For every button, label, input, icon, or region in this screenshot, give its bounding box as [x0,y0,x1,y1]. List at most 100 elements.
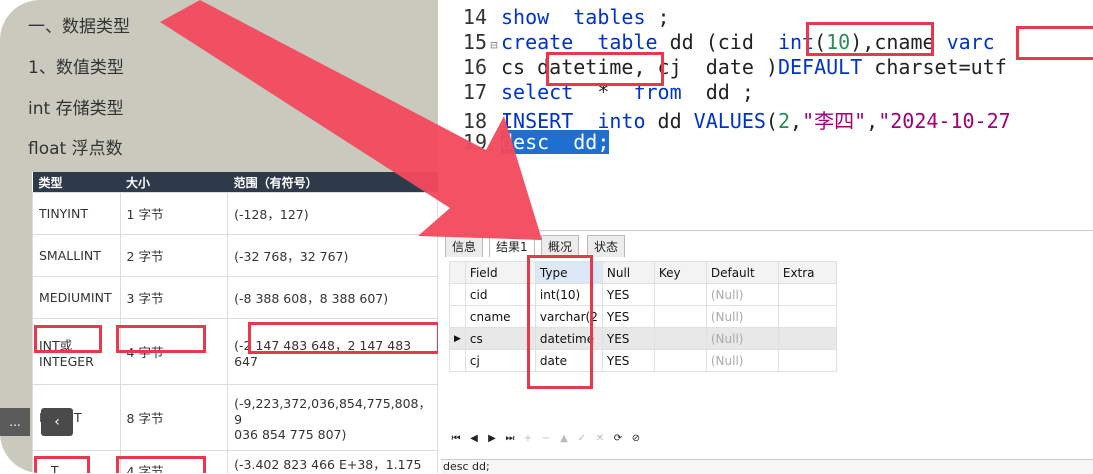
sql-editor[interactable]: 14 show tables ; 15 ⊟ create table dd (cid i… [441,0,1093,230]
table-header-type: 类型 [32,172,121,193]
types-table-row: BIGINT8 字节(-9,223,372,036,854,775,808，9 … [32,384,438,451]
types-table-cell-range: (-128，127) [227,192,438,235]
first-icon[interactable]: ⏮ [449,432,463,446]
delete-icon[interactable]: − [539,432,553,446]
code-token: charset=utf [862,55,1007,79]
result-cell-extra[interactable] [777,283,837,306]
types-table-row: MEDIUMINT 3 字节 (-8 388 608，8 388 607) [32,276,438,319]
result-cell-null[interactable]: YES [601,327,655,350]
types-table-row: ...T4 字节(-3.402 823 466 E+38，1.175 4 [32,450,438,473]
row-indicator [449,305,466,328]
code-token: show tables [501,5,646,29]
highlight-box-float [34,456,90,473]
result-cell-key[interactable] [653,305,707,328]
column-header-default[interactable]: Default [705,261,779,284]
code-token: VALUES [693,109,766,133]
line-number: 16 [462,55,487,79]
result-cell-null[interactable]: YES [601,305,655,328]
result-cell-key[interactable] [653,349,707,372]
code-line[interactable]: 14 show tables ; [441,5,670,30]
result-cell-default[interactable]: (Null) [705,305,779,328]
line-number: 15 [462,30,487,54]
tab-result1[interactable]: 结果1 [489,235,535,257]
tab-status[interactable]: 状态 [587,235,626,257]
note-heading: 一、数据类型 [28,17,130,37]
result-cell-default[interactable]: (Null) [705,349,779,372]
prev-icon[interactable]: ◀ [467,432,481,446]
add-icon[interactable]: + [521,432,535,446]
result-cell-default[interactable]: (Null) [705,327,779,350]
code-token: "2024-10-27 [878,109,1011,133]
tab-info[interactable]: 信息 [445,235,484,257]
more-button[interactable]: ... [0,408,30,436]
next-icon[interactable]: ▶ [485,432,499,446]
types-table-row: SMALLINT 2 字节 (-32 768，32 767) [32,234,438,277]
types-table-cell-range: (-9,223,372,036,854,775,808，9 036 854 77… [227,384,438,451]
code-token: dd ; [681,80,754,104]
types-table-cell-type: TINYINT [32,192,121,235]
current-row-indicator-icon: ▶ [449,327,466,350]
result-cell-extra[interactable] [777,349,837,372]
result-cell-field[interactable]: cj [464,349,536,372]
types-table-cell-type: SMALLINT [32,234,121,277]
types-table-cell-size: 2 字节 [119,234,229,277]
line-number: 17 [462,80,487,104]
code-token: dd (cid [657,30,778,54]
result-cell-field[interactable]: cid [464,283,536,306]
status-bar: desc dd; [441,459,1093,474]
result-row[interactable]: cj date YES (Null) [449,349,837,372]
highlight-box-range [248,322,438,354]
notes-panel: 一、数据类型 1、数值类型 int 存储类型 float 浮点数 类型 大小 范… [0,0,438,473]
types-table-cell-range: (-32 768，32 767) [227,234,438,277]
code-token: varc [946,30,995,54]
note-subheading: 1、数值类型 [28,58,124,78]
highlight-box-type-column [527,255,593,389]
apply-icon[interactable]: ✓ [575,432,589,446]
result-cell-key[interactable] [653,327,707,350]
column-header-extra[interactable]: Extra [777,261,837,284]
result-cell-null[interactable]: YES [601,283,655,306]
highlight-box-int10 [806,22,934,56]
fold-toggle-icon[interactable]: ⊟ [487,38,501,52]
code-line[interactable]: 19 desc dd; [441,130,610,155]
column-header-field[interactable]: Field [464,261,536,284]
code-token: create table [501,30,658,54]
types-table-cell-size: 8 字节 [119,384,229,451]
result-cell-extra[interactable] [777,327,837,350]
refresh-icon[interactable]: ⟳ [611,432,625,446]
result-grid[interactable]: Field Type Null Key Default Extra cid int… [449,261,837,372]
result-cell-default[interactable]: (Null) [705,283,779,306]
types-table-row: TINYINT 1 字节 (-128，127) [32,192,438,235]
code-token: DEFAULT [777,55,863,79]
result-row[interactable]: ▶ cs datetime YES (Null) [449,327,837,350]
note-int: int 存储类型 [28,99,124,119]
discard-icon[interactable]: ✕ [593,432,607,446]
table-header-range: 范围（有符号） [227,172,438,193]
status-query-text: desc dd; [443,460,490,473]
tab-profile[interactable]: 概况 [541,235,580,257]
code-line[interactable]: 16 cs datetime, cj date )DEFAULT charset=… [441,55,1007,80]
line-number: 19 [462,130,487,154]
highlight-box-float-size [116,456,206,473]
result-row[interactable]: cid int(10) YES (Null) [449,283,837,306]
edit-icon[interactable]: ▲ [557,432,571,446]
stop-icon[interactable]: ⊘ [629,432,643,446]
result-cell-field[interactable]: cs [464,327,536,350]
back-button[interactable]: ‹ [41,408,73,436]
result-cell-field[interactable]: cname [464,305,536,328]
column-header-null[interactable]: Null [601,261,655,284]
highlight-box-datetime [546,52,664,86]
code-token: "李四" [802,109,867,133]
types-table-cell-size: 3 字节 [119,276,229,319]
code-line[interactable]: 18 INSERT into dd VALUES(2,"李四","2024-10-… [441,105,1011,133]
code-token: , [866,109,879,133]
result-row[interactable]: cname varchar(2 YES (Null) [449,305,837,328]
result-cell-extra[interactable] [777,305,837,328]
last-icon[interactable]: ⏭ [503,432,517,446]
result-cell-null[interactable]: YES [601,349,655,372]
code-token: , [790,109,803,133]
column-header-key[interactable]: Key [653,261,707,284]
selected-code-text: desc dd; [501,130,610,154]
note-float: float 浮点数 [28,139,123,159]
result-cell-key[interactable] [653,283,707,306]
